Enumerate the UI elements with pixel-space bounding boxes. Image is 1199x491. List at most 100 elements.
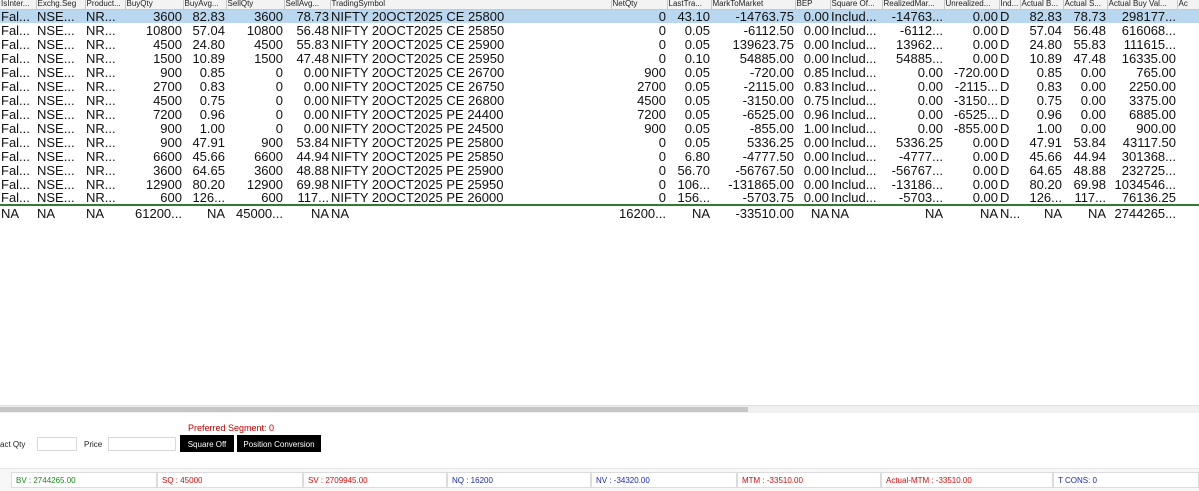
price-input[interactable] — [108, 437, 176, 451]
position-cell: Fal... — [1, 79, 30, 93]
position-cell: 0.00 — [803, 37, 829, 51]
position-row[interactable]: Fal... NSE... NR... 3600 64.65 3600 48.88 NIFTY… — [0, 163, 1199, 177]
column-header[interactable]: Ind... — [999, 0, 1021, 10]
position-cell: D — [1000, 93, 1010, 107]
column-header[interactable]: BuyAvg... — [183, 0, 227, 10]
column-header[interactable]: BEP — [795, 0, 831, 10]
position-row[interactable]: Fal... NSE... NR... 4500 0.75 0 0.00 NIFTY 20OC… — [0, 93, 1199, 107]
total-cell: NA — [944, 204, 999, 220]
position-cell: 0 — [611, 9, 667, 23]
position-cell: Includ... — [831, 163, 877, 177]
horizontal-scrollbar[interactable] — [0, 405, 1199, 413]
position-cell: 0.96 — [803, 107, 829, 121]
position-cell: -2115... — [954, 79, 998, 93]
quantity-label: act Qty — [0, 440, 26, 449]
position-cell: 69.98 — [296, 177, 329, 191]
status-net-value: NV : -34320.00 — [591, 472, 737, 488]
position-cell: Includ... — [831, 79, 877, 93]
column-header[interactable]: SellQty — [226, 0, 285, 10]
status-net-qty: NQ : 16200 — [447, 472, 591, 488]
square-off-button[interactable]: Square Off — [180, 435, 234, 452]
position-cell: 4500 — [153, 93, 182, 107]
column-header[interactable]: Square Of... — [830, 0, 883, 10]
position-cell: D — [1000, 51, 1010, 65]
position-cell: Includ... — [830, 9, 882, 23]
position-cell: -720.00 — [953, 65, 998, 79]
position-cell: 117... — [297, 191, 329, 205]
position-row[interactable]: Fal... NSE... NR... 4500 24.80 4500 55.83 NIFTY… — [0, 37, 1199, 51]
position-row[interactable]: Fal... NSE... NR... 7200 0.96 0 0.00 NIFTY 20OC… — [0, 107, 1199, 121]
position-cell: NIFTY 20OCT2025 CE 25950 — [331, 51, 505, 65]
column-header[interactable]: NetQty — [611, 0, 668, 10]
position-cell: 111615... — [1123, 37, 1176, 51]
position-cell: 69.98 — [1073, 177, 1106, 191]
position-row[interactable]: Fal... NSE... NR... 2700 0.83 0 0.00 NIFTY 20OC… — [0, 79, 1199, 93]
position-cell: 47.48 — [1073, 51, 1106, 65]
position-cell: NSE... — [37, 135, 75, 149]
position-cell: 0.05 — [684, 121, 710, 135]
position-cell: 1500 — [153, 51, 182, 65]
position-row[interactable]: Fal... NSE... NR... 1500 10.89 1500 47.48 NIFTY… — [0, 51, 1199, 65]
position-cell: Includ... — [831, 37, 877, 51]
position-row[interactable]: Fal... NSE... NR... 3600 82.83 3600 78.73 NIFTY… — [0, 9, 1199, 23]
position-cell: Fal... — [1, 65, 30, 79]
position-cell: Fal... — [1, 51, 30, 65]
position-cell: 2250.00 — [1129, 79, 1176, 93]
position-cell: NIFTY 20OCT2025 CE 26700 — [331, 65, 505, 79]
column-header[interactable]: Actual Buy Val... — [1107, 0, 1178, 10]
position-row[interactable]: Fal... NSE... NR... 10800 57.04 10800 56.48 NIF… — [0, 23, 1199, 37]
column-header[interactable]: Exchg.Seg — [36, 0, 86, 10]
position-cell: 117... — [1074, 191, 1106, 205]
position-cell: 0.00 — [803, 149, 829, 163]
position-cell: 76136.25 — [1121, 191, 1176, 205]
position-cell: Fal... — [0, 9, 36, 23]
position-cell: 56.48 — [296, 23, 329, 37]
position-cell: 0.00 — [1080, 107, 1106, 121]
column-header[interactable]: MarkToMarket — [711, 0, 796, 10]
column-header[interactable]: Actual S... — [1063, 0, 1108, 10]
column-header[interactable]: SellAvg... — [284, 0, 331, 10]
position-cell: 64.65 — [192, 163, 225, 177]
position-cell: NIFTY 20OCT2025 PE 24500 — [331, 121, 504, 135]
position-conversion-button[interactable]: Position Conversion — [237, 435, 321, 452]
quantity-input[interactable] — [37, 437, 77, 451]
column-header[interactable]: TradingSymbol — [330, 0, 612, 10]
position-cell: Includ... — [831, 107, 877, 121]
column-header[interactable]: Unrealized... — [944, 0, 1000, 10]
position-row[interactable]: Fal... NSE... NR... 900 0.85 0 0.00 NIFTY 20OCT… — [0, 65, 1199, 79]
position-cell: 0.05 — [684, 23, 710, 37]
position-row[interactable]: Fal... NSE... NR... 600 126... 600 117... NIFTY… — [0, 191, 1199, 205]
position-cell: 55.83 — [296, 37, 329, 51]
position-cell: NSE... — [36, 9, 85, 23]
column-header[interactable]: BuyQty — [125, 0, 184, 10]
column-header[interactable]: Ac — [1177, 0, 1199, 10]
position-cell: 0.05 — [684, 37, 710, 51]
position-cell: NR... — [85, 9, 125, 23]
position-row[interactable]: Fal... NSE... NR... 900 1.00 0 0.00 NIFTY 20OCT… — [0, 121, 1199, 135]
position-cell: 301368... — [1121, 149, 1176, 163]
position-cell: NIFTY 20OCT2025 CE 25850 — [331, 23, 505, 37]
total-cell: NA — [795, 204, 830, 220]
column-header[interactable]: Product... — [85, 0, 126, 10]
position-row[interactable]: Fal... NSE... NR... 12900 80.20 12900 69.98 NIF… — [0, 177, 1199, 191]
column-header[interactable]: IsInter... — [0, 0, 37, 10]
positions-grid: IsInter... Exchg.Seg Product... BuyQty BuyAv… — [0, 0, 1199, 405]
position-cell: 7200 — [637, 107, 666, 121]
position-cell: 0.00 — [944, 9, 999, 23]
position-cell: 0.00 — [303, 121, 329, 135]
position-cell: -6525... — [953, 107, 998, 121]
position-cell — [1177, 149, 1199, 163]
position-cell: 0.00 — [972, 149, 998, 163]
position-cell: 0.96 — [199, 107, 225, 121]
column-header[interactable]: Actual B... — [1020, 0, 1064, 10]
column-header[interactable]: LastTra... — [667, 0, 712, 10]
position-cell: 0.00 — [803, 177, 829, 191]
column-header[interactable]: RealizedMar... — [882, 0, 945, 10]
scrollbar-thumb[interactable] — [0, 407, 748, 412]
preferred-segment-label: Preferred Segment: 0 — [188, 423, 275, 433]
position-cell — [1177, 93, 1199, 107]
total-cell: N... — [999, 204, 1020, 220]
position-cell: 16335.00 — [1121, 51, 1176, 65]
position-row[interactable]: Fal... NSE... NR... 900 47.91 900 53.84 NIFTY 2… — [0, 135, 1199, 149]
position-row[interactable]: Fal... NSE... NR... 6600 45.66 6600 44.94 NIFTY… — [0, 149, 1199, 163]
